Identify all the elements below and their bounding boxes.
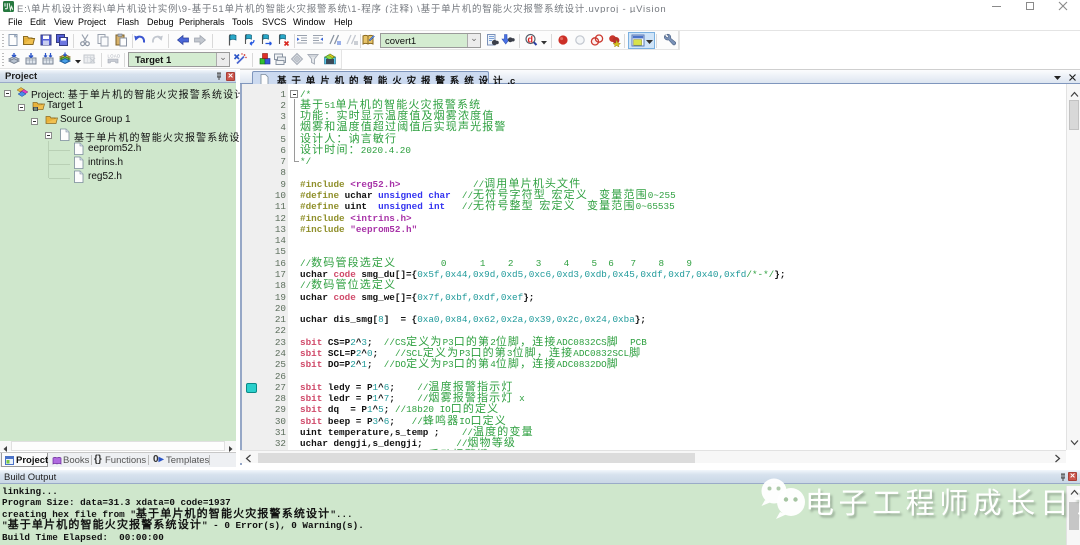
svg-text:LOAD: LOAD	[108, 54, 121, 59]
svg-text:d: d	[528, 35, 534, 45]
